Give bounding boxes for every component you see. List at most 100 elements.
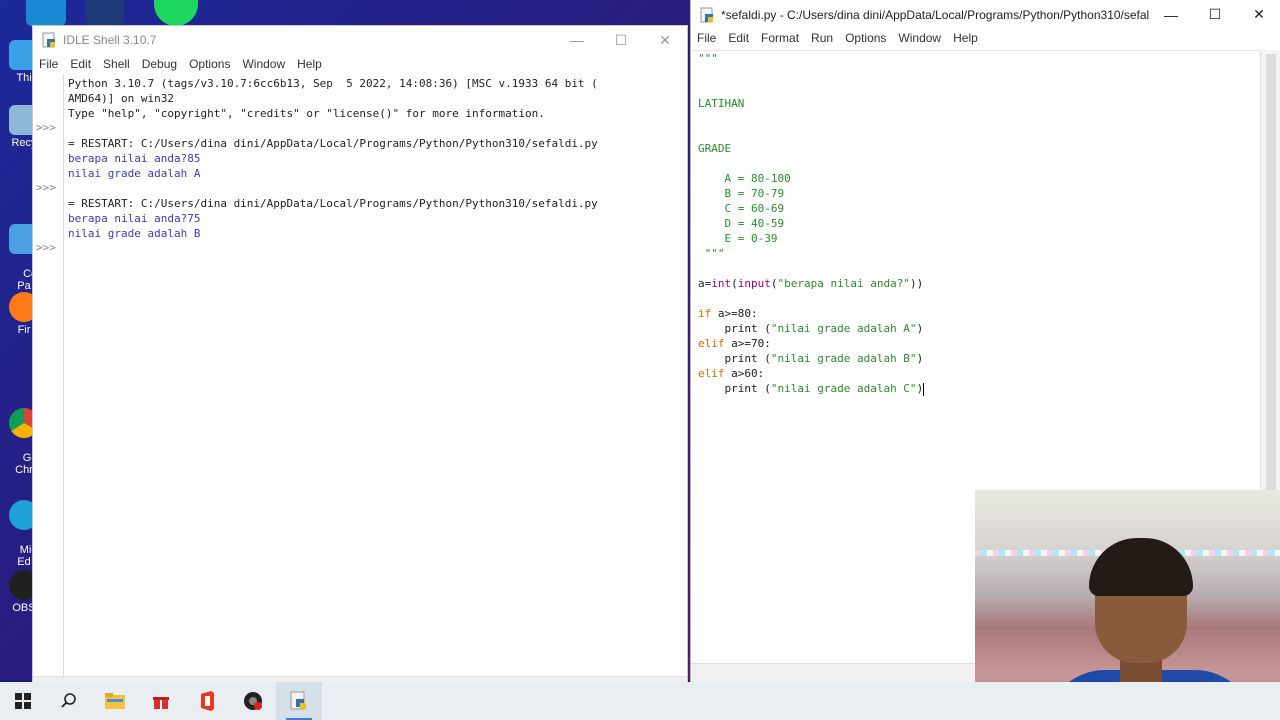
minimize-button[interactable]: — <box>555 26 599 54</box>
code-token: ( <box>770 277 778 290</box>
code-token: print ( <box>698 322 771 335</box>
shell-line: Python 3.10.7 (tags/v3.10.7:6cc6b13, Sep… <box>68 77 598 90</box>
code-token: print ( <box>698 352 771 365</box>
menu-edit[interactable]: Edit <box>722 31 755 45</box>
code-token: if <box>698 307 712 320</box>
code-token: ) <box>916 382 924 395</box>
shell-prompt-sidebar: >>> >>> >>> <box>33 74 64 683</box>
shell-restart-line: = RESTART: C:/Users/dina dini/AppData/Lo… <box>68 197 598 210</box>
obs-icon <box>244 692 262 710</box>
shell-line: AMD64)] on win32 <box>68 92 174 105</box>
taskbar <box>0 682 1280 720</box>
code-token: int <box>711 277 732 290</box>
menu-help[interactable]: Help <box>291 57 328 71</box>
editor-titlebar[interactable]: *sefaldi.py - C:/Users/dina dini/AppData… <box>691 0 1280 29</box>
code-line: E = 0-39 <box>698 232 778 245</box>
shell-titlebar[interactable]: IDLE Shell 3.10.7 — ☐ ✕ <box>33 26 687 54</box>
python-idle-button[interactable] <box>276 682 322 720</box>
code-line: print ("nilai grade adalah A") <box>698 321 1261 336</box>
code-token: ) <box>916 322 924 335</box>
search-button[interactable] <box>46 682 92 720</box>
code-line: """ <box>698 52 718 65</box>
menu-debug[interactable]: Debug <box>136 57 183 71</box>
code-line: print ("nilai grade adalah C") <box>698 381 1261 396</box>
shell-input-line: berapa nilai anda?85 <box>68 152 201 165</box>
code-line: C = 60-69 <box>698 202 785 215</box>
menu-options[interactable]: Options <box>183 57 236 71</box>
search-icon <box>61 693 76 708</box>
python-file-icon <box>290 691 306 710</box>
shell-window-title: IDLE Shell 3.10.7 <box>63 33 157 47</box>
shell-output-line: nilai grade adalah B <box>68 227 201 240</box>
code-token: print ( <box>698 382 771 395</box>
maximize-button[interactable]: ☐ <box>1193 1 1237 29</box>
gift-icon <box>153 695 169 709</box>
shell-output-area[interactable]: Python 3.10.7 (tags/v3.10.7:6cc6b13, Sep… <box>64 74 687 683</box>
code-token: a= <box>698 277 712 290</box>
shell-prompt: >>> <box>36 241 56 254</box>
code-token: elif <box>698 337 725 350</box>
code-token: elif <box>698 367 725 380</box>
menu-file[interactable]: File <box>691 31 722 45</box>
editor-window-title: *sefaldi.py - C:/Users/dina dini/AppData… <box>721 7 1149 22</box>
text-cursor <box>923 382 925 396</box>
shell-input-line: berapa nilai anda?75 <box>68 212 201 225</box>
folder-icon <box>105 693 125 709</box>
close-button[interactable]: ✕ <box>1237 1 1280 29</box>
windows-icon <box>15 693 31 709</box>
top-desktop-icon-1[interactable] <box>26 0 66 26</box>
person-hair <box>1089 538 1193 596</box>
code-token: ( <box>731 277 738 290</box>
obs-taskbar-button[interactable] <box>230 682 276 720</box>
desktop-icon-label: Fir <box>17 324 31 336</box>
minimize-button[interactable]: — <box>1149 1 1193 29</box>
code-token: a>60: <box>724 367 765 380</box>
maximize-button[interactable]: ☐ <box>599 26 643 54</box>
photoshop-icon[interactable] <box>86 0 124 26</box>
menu-format[interactable]: Format <box>755 31 805 45</box>
menu-shell[interactable]: Shell <box>97 57 136 71</box>
file-explorer-button[interactable] <box>92 682 138 720</box>
code-line: D = 40-59 <box>698 217 785 230</box>
code-token: ) <box>916 352 924 365</box>
menu-edit[interactable]: Edit <box>64 57 97 71</box>
menu-run[interactable]: Run <box>805 31 839 45</box>
code-line: A = 80-100 <box>698 172 791 185</box>
menu-window[interactable]: Window <box>236 57 291 71</box>
code-line: B = 70-79 <box>698 187 785 200</box>
menu-window[interactable]: Window <box>892 31 947 45</box>
code-line: print ("nilai grade adalah B") <box>698 351 1261 366</box>
menu-options[interactable]: Options <box>839 31 892 45</box>
start-button[interactable] <box>0 682 46 720</box>
code-token: "berapa nilai anda?" <box>777 277 910 290</box>
code-token: a>=80: <box>711 307 758 320</box>
shell-prompt: >>> <box>36 121 56 134</box>
spotify-icon[interactable] <box>154 0 198 26</box>
idle-shell-window[interactable]: IDLE Shell 3.10.7 — ☐ ✕ File Edit Shell … <box>32 25 688 684</box>
office-icon <box>201 691 214 711</box>
menu-help[interactable]: Help <box>947 31 984 45</box>
code-token: "nilai grade adalah B" <box>770 352 917 365</box>
code-line: LATIHAN <box>698 97 745 110</box>
code-line: elif a>=70: <box>698 336 1261 351</box>
gift-app-button[interactable] <box>138 682 184 720</box>
code-line: elif a>60: <box>698 366 1261 381</box>
shell-restart-line: = RESTART: C:/Users/dina dini/AppData/Lo… <box>68 137 598 150</box>
code-line: a=int(input("berapa nilai anda?")) <box>698 276 1261 291</box>
menu-file[interactable]: File <box>33 57 64 71</box>
code-token: "nilai grade adalah A" <box>770 322 917 335</box>
code-line: """ <box>698 247 725 260</box>
code-line: GRADE <box>698 142 732 155</box>
code-token: a>=70: <box>724 337 771 350</box>
shell-output-line: nilai grade adalah A <box>68 167 201 180</box>
office-button[interactable] <box>184 682 230 720</box>
code-token: input <box>737 277 771 290</box>
shell-prompt: >>> <box>36 181 56 194</box>
desktop-icon-label: Thi <box>16 72 32 84</box>
code-token: )) <box>909 277 924 290</box>
shell-menubar: File Edit Shell Debug Options Window Hel… <box>33 54 687 74</box>
code-line: if a>=80: <box>698 306 1261 321</box>
close-button[interactable]: ✕ <box>643 26 687 54</box>
code-token: "nilai grade adalah C" <box>770 382 917 395</box>
python-file-icon <box>42 32 55 48</box>
